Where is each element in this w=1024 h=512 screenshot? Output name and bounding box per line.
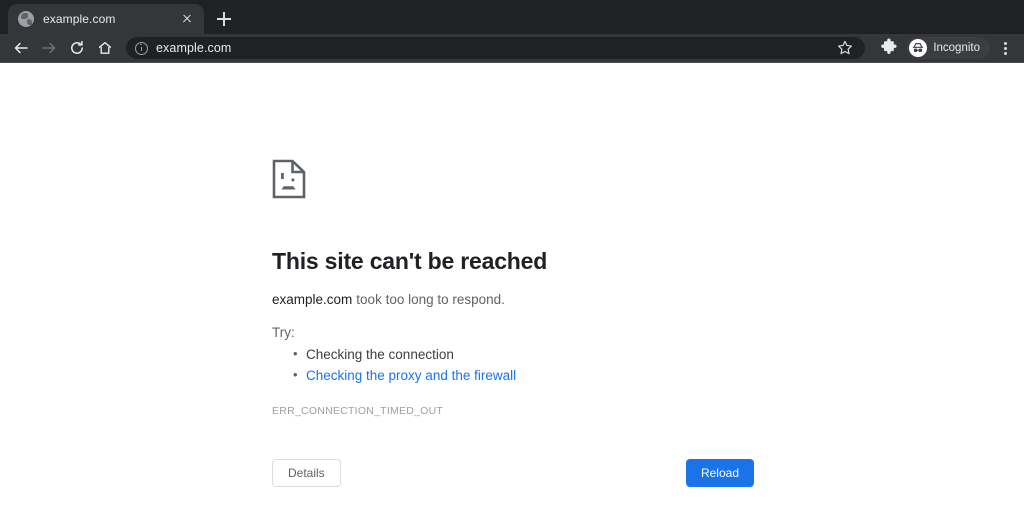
button-row: Details Reload	[272, 459, 754, 487]
chrome-menu-button[interactable]	[994, 36, 1016, 60]
tab-example-com[interactable]: example.com	[8, 4, 204, 34]
address-bar[interactable]: example.com	[126, 37, 866, 59]
incognito-icon	[913, 43, 924, 53]
menu-dot	[1004, 42, 1007, 45]
browser-toolbar: example.com Incognito	[0, 34, 1024, 63]
forward-button[interactable]	[36, 35, 62, 61]
suggestion-list: Checking the connection Checking the pro…	[272, 344, 754, 385]
new-tab-button[interactable]	[210, 5, 238, 33]
error-code: ERR_CONNECTION_TIMED_OUT	[272, 405, 444, 417]
error-subtitle-rest: took too long to respond.	[356, 292, 505, 307]
menu-dot	[1004, 52, 1007, 55]
arrow-left-icon	[14, 42, 28, 54]
error-subtitle: example.com took too long to respond.	[272, 292, 754, 307]
arrow-right-icon	[42, 42, 56, 54]
browser-window: example.com example.com Incognito This s…	[0, 0, 1024, 512]
error-subtitle-host: example.com	[272, 292, 353, 307]
tab-title: example.com	[43, 12, 116, 26]
incognito-avatar	[909, 39, 928, 57]
page-title: This site can't be reached	[272, 248, 548, 274]
home-icon	[98, 41, 112, 54]
try-label: Try:	[272, 325, 295, 340]
home-button[interactable]	[92, 35, 118, 61]
reload-icon	[71, 40, 83, 54]
error-container: This site can't be reached example.com to…	[272, 159, 754, 487]
address-bar-url: example.com	[156, 41, 232, 55]
extensions-button[interactable]	[877, 36, 901, 60]
sad-page-icon	[272, 159, 754, 204]
list-item-proxy-firewall-link[interactable]: Checking the proxy and the firewall	[272, 365, 754, 385]
menu-dot	[1004, 47, 1007, 50]
info-circle-icon[interactable]	[135, 41, 148, 55]
tab-strip: example.com	[0, 0, 1024, 34]
profile-incognito-button[interactable]: Incognito	[907, 37, 990, 59]
back-button[interactable]	[8, 35, 34, 61]
reload-button[interactable]: Reload	[685, 459, 754, 487]
reload-button[interactable]	[64, 35, 90, 61]
list-item: Checking the connection	[272, 344, 754, 364]
page-content: This site can't be reached example.com to…	[0, 63, 1024, 512]
close-icon[interactable]	[178, 10, 196, 28]
bookmark-star-icon[interactable]	[835, 38, 855, 58]
details-button[interactable]: Details	[272, 459, 341, 487]
puzzle-piece-icon	[881, 38, 897, 54]
profile-label: Incognito	[933, 42, 980, 54]
globe-favicon	[18, 11, 34, 27]
